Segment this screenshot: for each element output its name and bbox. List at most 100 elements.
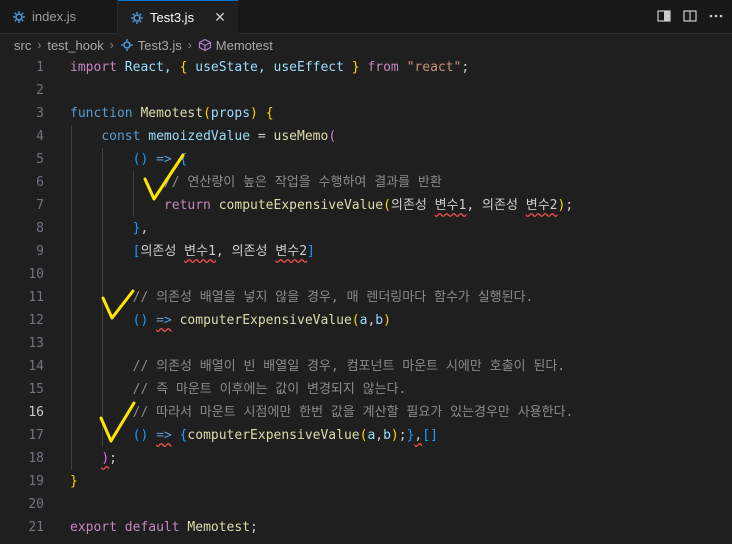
breadcrumb-src[interactable]: src — [14, 38, 31, 53]
code-line[interactable]: 9 [의존성 변수1, 의존성 변수2] — [0, 240, 732, 263]
breadcrumb-test-hook[interactable]: test_hook — [47, 38, 103, 53]
more-actions-icon[interactable] — [708, 8, 724, 24]
code-token: ] — [430, 428, 438, 443]
code-token: memoizedValue — [148, 129, 251, 144]
line-number: 2 — [36, 83, 44, 98]
code-line[interactable]: 14 // 의존성 배열이 빈 배열일 경우, 컴포넌트 마운트 시에만 호출이… — [0, 355, 732, 378]
line-number: 1 — [36, 60, 44, 75]
line-number: 4 — [36, 129, 44, 144]
code-token: computerExpensiveValue — [179, 313, 352, 328]
code-token: // 의존성 배열을 넣지 않을 경우, 매 렌더링마다 함수가 실행된다. — [132, 290, 534, 305]
code-token: ; — [109, 451, 117, 466]
code-token: , 의존성 — [466, 198, 526, 213]
line-number: 7 — [36, 198, 44, 213]
code-line[interactable]: 17 () => {computerExpensiveValue(a,b);},… — [0, 424, 732, 447]
chevron-right-icon: › — [187, 38, 192, 52]
code-line[interactable]: 4 const memoizedValue = useMemo( — [0, 125, 732, 148]
code-line[interactable]: 11 // 의존성 배열을 넣지 않을 경우, 매 렌더링마다 함수가 실행된다… — [0, 286, 732, 309]
code-line[interactable]: 2 — [0, 79, 732, 102]
code-line[interactable]: 18 ); — [0, 447, 732, 470]
code-line[interactable]: 21 export default Memotest; — [0, 516, 732, 539]
code-text: // 따라서 마운트 시점에만 한번 값을 계산할 필요가 있는경우만 사용한다… — [70, 401, 574, 424]
line-number: 21 — [28, 520, 44, 535]
tab-index-js[interactable]: index.js — [0, 0, 118, 33]
close-icon[interactable]: ✕ — [212, 9, 228, 25]
line-number: 18 — [28, 451, 44, 466]
code-line[interactable]: 10 — [0, 263, 732, 286]
line-number: 8 — [36, 221, 44, 236]
line-number: 14 — [28, 359, 44, 374]
code-line[interactable]: 6 // 연산량이 높은 작업을 수행하여 결과를 반환 — [0, 171, 732, 194]
code-token: , 의존성 — [215, 244, 276, 259]
code-token: } — [70, 474, 78, 489]
code-line[interactable]: 1 import React, { useState, useEffect } f… — [0, 56, 732, 79]
code-text: import React, { useState, useEffect } fr… — [70, 56, 469, 79]
code-token: , — [140, 221, 149, 236]
split-editor-icon[interactable] — [682, 8, 698, 24]
code-text: // 의존성 배열을 넣지 않을 경우, 매 렌더링마다 함수가 실행된다. — [70, 286, 534, 309]
code-text: () => computerExpensiveValue(a,b) — [70, 309, 391, 332]
line-number: 20 — [28, 497, 44, 512]
javascript-file-icon — [131, 11, 143, 24]
code-line[interactable]: 16 // 따라서 마운트 시점에만 한번 값을 계산할 필요가 있는경우만 사… — [0, 401, 732, 424]
code-line[interactable]: 7 return computeExpensiveValue(의존성 변수1, … — [0, 194, 732, 217]
breadcrumb-symbol[interactable]: Memotest — [216, 38, 273, 53]
line-number: 12 — [28, 313, 44, 328]
code-token: ( — [203, 106, 211, 121]
code-text: }, — [70, 217, 149, 240]
code-text: () => {computerExpensiveValue(a,b);},[] — [70, 424, 438, 447]
code-token: , — [375, 428, 384, 443]
code-text: const memoizedValue = useMemo( — [70, 125, 336, 148]
line-number: 11 — [28, 290, 44, 305]
toggle-panel-icon[interactable] — [656, 8, 672, 24]
code-line[interactable]: 13 — [0, 332, 732, 355]
code-line[interactable]: 8 }, — [0, 217, 732, 240]
line-number: 13 — [28, 336, 44, 351]
code-token: ) — [390, 428, 399, 443]
code-line[interactable]: 19} — [0, 470, 732, 493]
line-number: 17 — [28, 428, 44, 443]
code-line[interactable]: 5 () => { — [0, 148, 732, 171]
editor-actions — [656, 8, 724, 24]
code-token: ( — [383, 198, 391, 213]
code-text: () => { — [70, 148, 188, 171]
code-token: () — [132, 152, 149, 167]
code-token: b — [383, 428, 391, 443]
code-token: ; — [250, 520, 258, 535]
code-line[interactable]: 3 function Memotest(props) { — [0, 102, 732, 125]
code-line[interactable]: 15 // 즉 마운트 이후에는 값이 변경되지 않는다. — [0, 378, 732, 401]
code-token: => — [156, 428, 172, 443]
code-token: Memotest — [187, 520, 251, 535]
code-token: => — [156, 313, 172, 328]
code-token: ) — [250, 106, 258, 121]
line-number: 9 — [36, 244, 44, 259]
breadcrumb-file[interactable]: Test3.js — [138, 38, 182, 53]
code-line[interactable]: 12 () => computerExpensiveValue(a,b) — [0, 309, 732, 332]
code-token: computeExpensiveValue — [218, 198, 384, 213]
code-token: ) — [101, 451, 110, 466]
line-number: 19 — [28, 474, 44, 489]
code-line[interactable]: 20 — [0, 493, 732, 516]
code-token: ( — [351, 313, 360, 328]
line-number: 3 — [36, 106, 44, 121]
breadcrumb: src › test_hook › Test3.js › Memotest — [0, 34, 732, 56]
code-editor[interactable]: 1 import React, { useState, useEffect } f… — [0, 56, 732, 544]
code-token: React, — [116, 60, 180, 75]
code-token: ( — [328, 129, 337, 144]
code-token: ; — [461, 60, 470, 75]
javascript-file-icon — [120, 39, 133, 51]
tab-test3-js[interactable]: Test3.js ✕ — [118, 0, 238, 34]
